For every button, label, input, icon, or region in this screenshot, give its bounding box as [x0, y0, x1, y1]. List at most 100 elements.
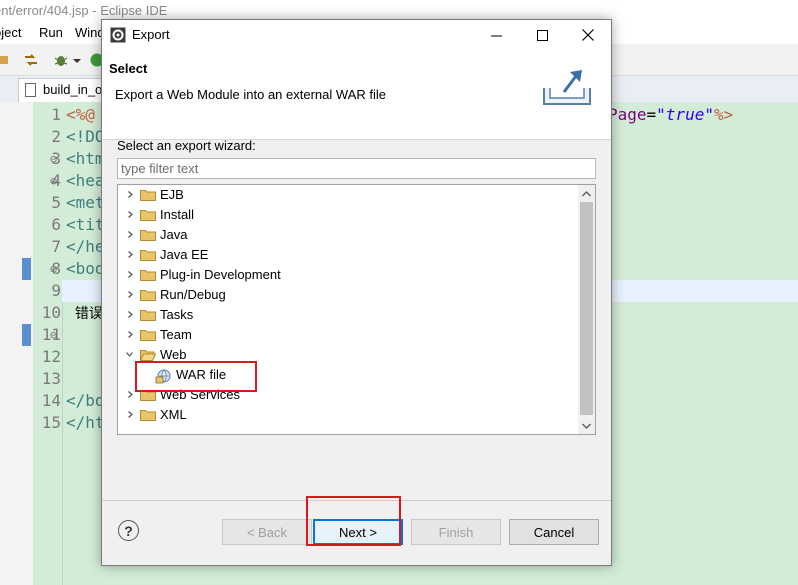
minimize-icon [490, 35, 502, 36]
chevron-right-icon[interactable] [127, 271, 134, 278]
code-equals: = [646, 105, 657, 124]
folder-icon [140, 210, 156, 221]
toolbar-refactor-icon[interactable] [24, 53, 38, 67]
chevron-right-icon[interactable] [127, 231, 134, 238]
scrollbar-thumb[interactable] [580, 202, 593, 415]
tree-item-label: Plug-in Development [160, 267, 281, 282]
war-file-highlight-box [135, 361, 257, 392]
chevron-right-icon[interactable] [127, 211, 134, 218]
chevron-right-icon[interactable] [127, 331, 134, 338]
chevron-down-icon[interactable] [126, 351, 133, 358]
tree-item-plug-in-development[interactable]: Plug-in Development [118, 265, 578, 285]
tree-item-label: Tasks [160, 307, 194, 322]
line-number: 5 [51, 193, 61, 212]
editor-tab-label: build_in_ob [43, 82, 108, 97]
wizard-page-description: Export a Web Module into an external WAR… [115, 87, 386, 102]
cancel-button[interactable]: Cancel [509, 519, 599, 545]
tree-item-label: XML [160, 407, 187, 422]
tree-item-xml[interactable]: XML [118, 405, 578, 425]
help-button[interactable]: ? [118, 520, 139, 541]
close-icon [582, 29, 594, 41]
menu-run[interactable]: Run [39, 22, 63, 44]
tree-item-run-debug[interactable]: Run/Debug [118, 285, 578, 305]
line-number: 2 [51, 127, 61, 146]
tree-item-label: Install [160, 207, 194, 222]
line-number: 15 [41, 413, 61, 432]
tree-item-team[interactable]: Team [118, 325, 578, 345]
code-line: </bo [66, 391, 105, 410]
close-button[interactable] [565, 20, 611, 50]
tree-item-java[interactable]: Java [118, 225, 578, 245]
tree-scrollbar[interactable] [578, 185, 595, 434]
eclipse-gear-icon [110, 27, 126, 43]
scroll-down-button[interactable] [578, 417, 595, 434]
code-line-1-tail: Page="true"%> [608, 104, 733, 126]
code-attribute: Page [608, 105, 647, 124]
tree-item-ejb[interactable]: EJB [118, 185, 578, 205]
code-line: <met [66, 193, 105, 212]
folder-icon [140, 410, 156, 421]
chevron-right-icon[interactable] [127, 311, 134, 318]
finish-button[interactable]: Finish [411, 519, 501, 545]
back-button[interactable]: < Back [222, 519, 312, 545]
wizard-header: Select Export a Web Module into an exter… [102, 50, 611, 140]
tree-item-label: Team [160, 327, 192, 342]
chevron-right-icon[interactable] [127, 251, 134, 258]
dialog-window-title: Export [132, 27, 170, 42]
chevron-up-icon [582, 190, 591, 196]
scroll-up-button[interactable] [578, 185, 595, 202]
fold-toggle-icon[interactable]: ⊖ [50, 148, 57, 170]
folder-icon [140, 290, 156, 301]
folder-icon [140, 310, 156, 321]
export-wizard-prompt: Select an export wizard: [117, 138, 256, 153]
folder-icon [140, 330, 156, 341]
tree-item-install[interactable]: Install [118, 205, 578, 225]
line-number: 6 [51, 215, 61, 234]
wizard-page-title: Select [109, 61, 148, 76]
code-line: <bod [66, 259, 105, 278]
tree-item-java-ee[interactable]: Java EE [118, 245, 578, 265]
dialog-title-bar[interactable]: Export [102, 20, 611, 50]
minimize-button[interactable] [473, 20, 519, 50]
tree-item-label: EJB [160, 187, 184, 202]
menu-project[interactable]: oject [0, 22, 21, 44]
ide-window-title: ent/error/404.jsp - Eclipse IDE [0, 3, 168, 18]
code-line: </he [66, 237, 105, 256]
editor-tab-build-in-ob[interactable]: build_in_ob [18, 78, 108, 102]
export-wizard-banner-icon [543, 70, 591, 105]
debug-dropdown-icon[interactable] [72, 53, 82, 67]
chevron-right-icon[interactable] [127, 191, 134, 198]
maximize-button[interactable] [519, 20, 565, 50]
folder-open-icon [140, 350, 156, 361]
code-string: "true" [656, 105, 714, 124]
chevron-down-icon [582, 423, 591, 429]
chevron-right-icon[interactable] [127, 291, 134, 298]
wizard-tree[interactable]: EJB Install Java Java EE Plug-in Develop… [117, 184, 596, 435]
maximize-icon [536, 29, 548, 41]
folder-icon [140, 230, 156, 241]
gutter-change-marker [22, 324, 31, 346]
line-number: 10 [41, 303, 61, 322]
fold-toggle-icon[interactable]: ⊖ [50, 170, 57, 192]
code-line: 错误 [66, 306, 103, 322]
debug-bug-icon[interactable] [54, 53, 68, 67]
fold-toggle-icon[interactable]: ⊖ [50, 324, 57, 346]
folder-icon [140, 190, 156, 201]
code-line: <!DO [66, 127, 105, 146]
code-line: </ht [66, 413, 105, 432]
fold-toggle-icon[interactable]: ⊖ [50, 258, 57, 280]
line-number: 14 [41, 391, 61, 410]
code-line: <tit [66, 215, 105, 234]
filter-input[interactable] [117, 158, 596, 179]
next-button-highlight-box [306, 496, 401, 546]
code-line: <hea [66, 171, 105, 190]
line-number: 12 [41, 347, 61, 366]
gutter-change-marker [22, 258, 31, 280]
chevron-right-icon[interactable] [127, 411, 134, 418]
tree-item-tasks[interactable]: Tasks [118, 305, 578, 325]
chevron-right-icon[interactable] [127, 391, 134, 398]
line-number: 7 [51, 237, 61, 256]
export-dialog: Export Select Export a Web Module into a… [101, 19, 612, 566]
toolbar-item-icon[interactable] [0, 53, 10, 67]
tree-item-label: Java [160, 227, 188, 242]
